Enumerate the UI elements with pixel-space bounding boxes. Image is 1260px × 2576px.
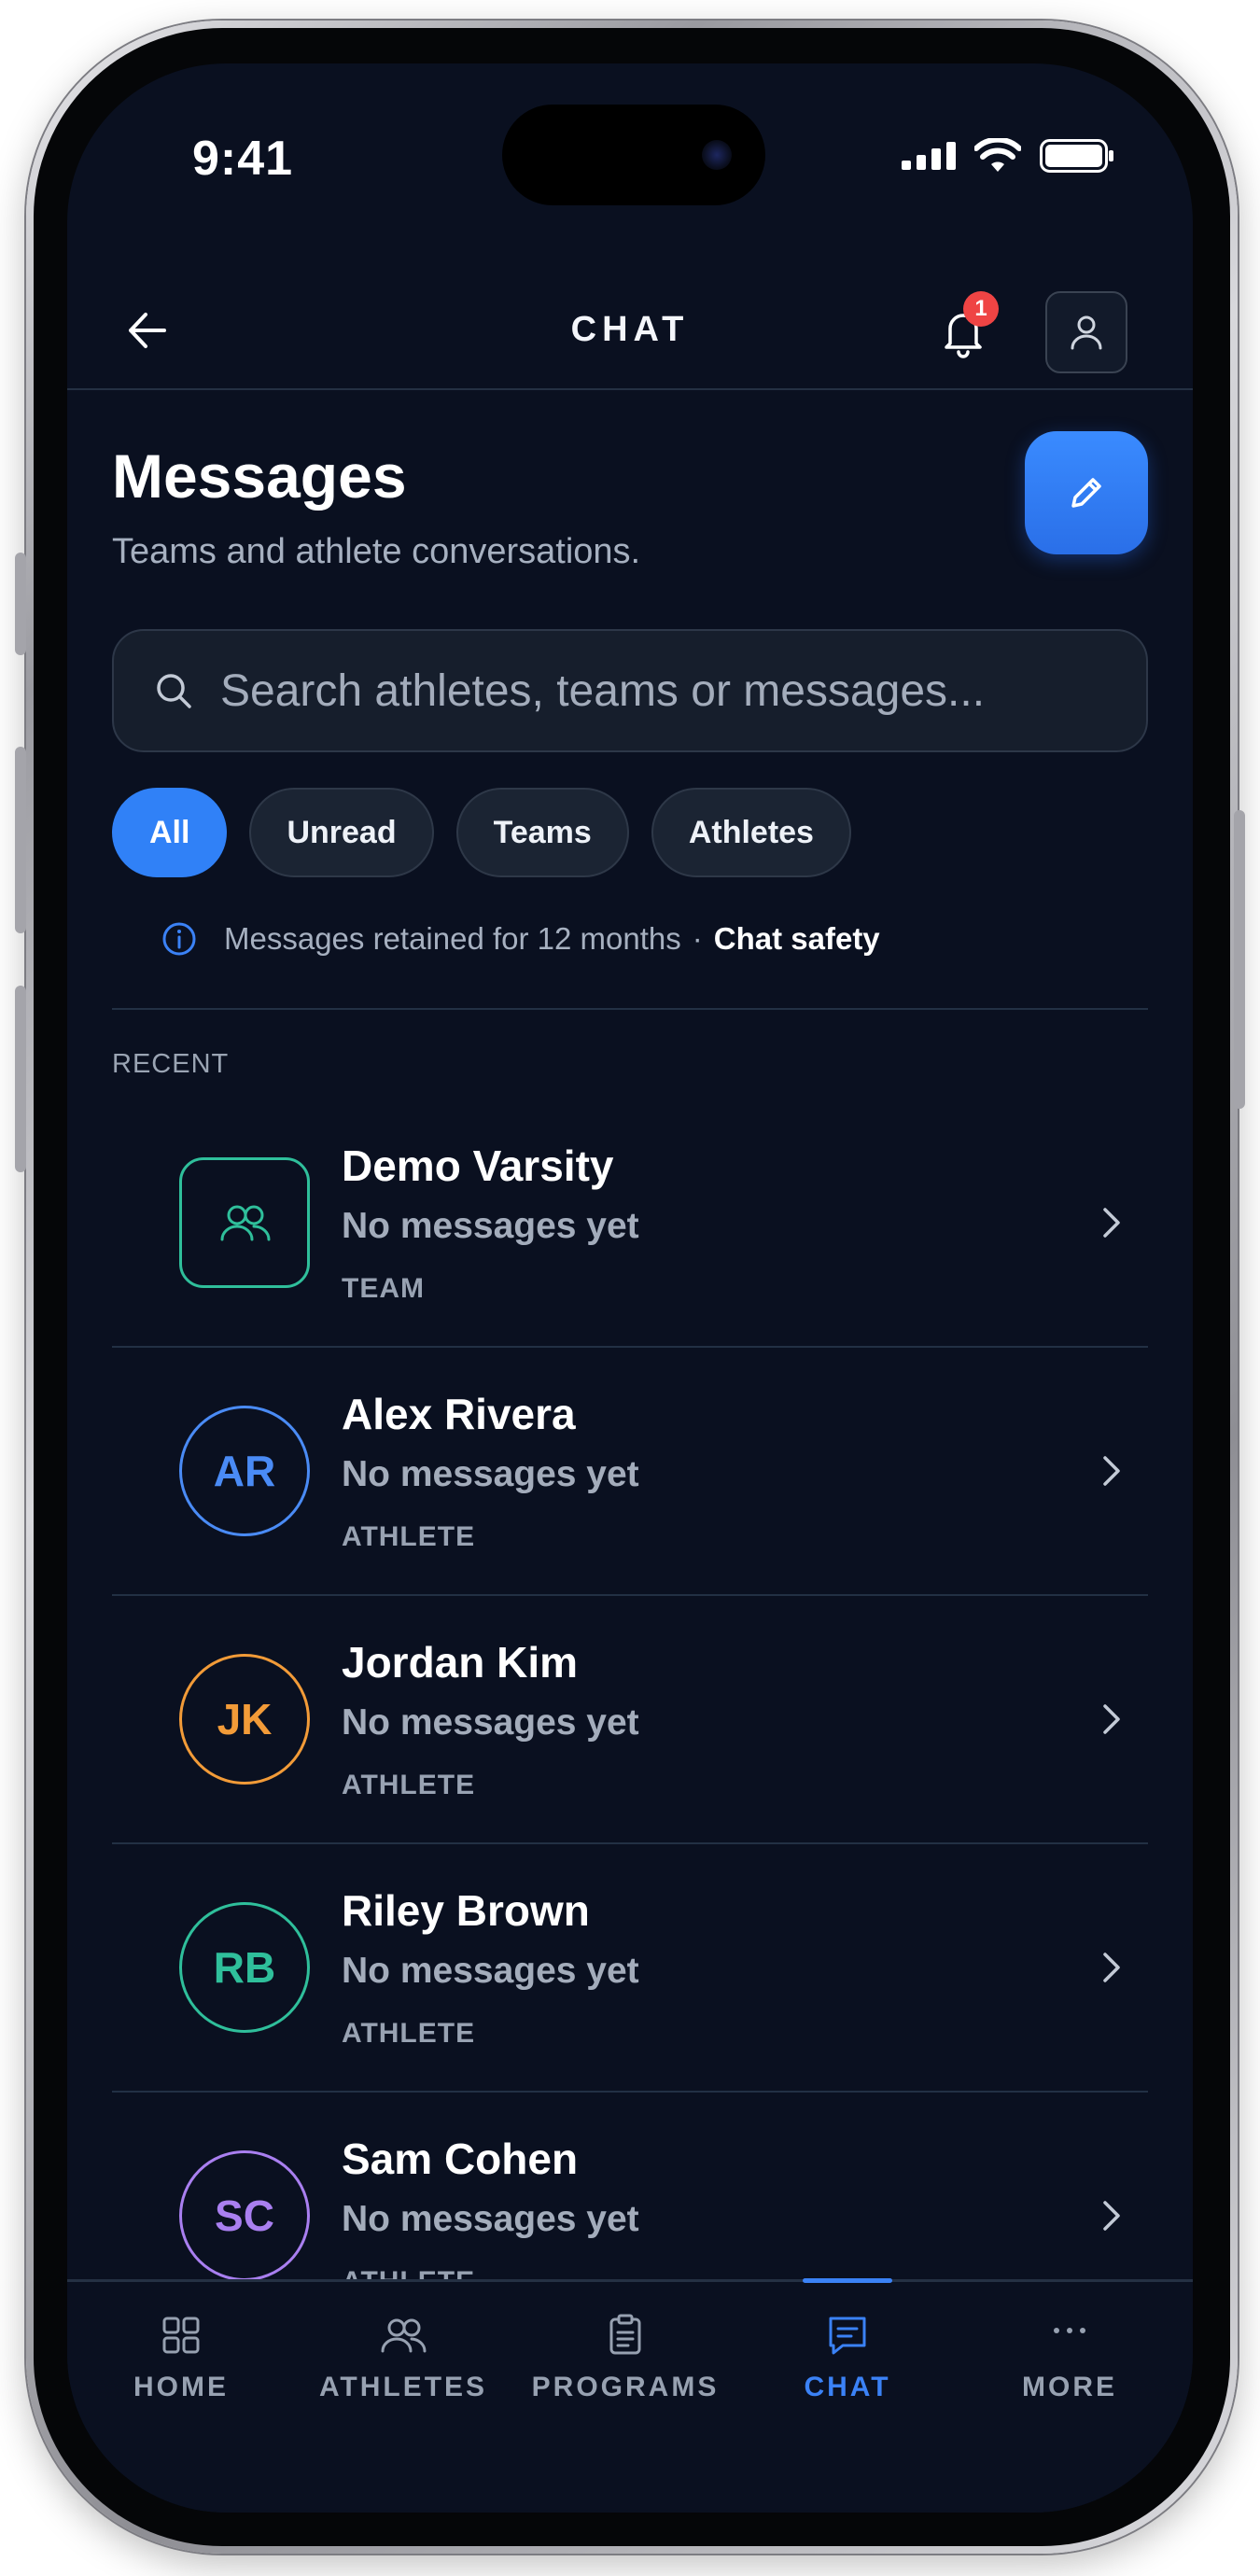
power-button (1234, 810, 1245, 1109)
conversation-preview: No messages yet (342, 2199, 639, 2239)
search-box[interactable] (112, 629, 1148, 752)
conversation-name: Riley Brown (342, 1886, 590, 1935)
nav-athletes[interactable]: ATHLETES (291, 2282, 515, 2413)
user-icon (1071, 315, 1102, 350)
avatar: SC (179, 2150, 310, 2281)
chevron-right-icon (1103, 1456, 1120, 1486)
profile-button[interactable] (1045, 291, 1127, 373)
more-icon (1054, 2328, 1085, 2333)
conversation-preview: No messages yet (342, 1206, 639, 1246)
nav-home[interactable]: HOME (69, 2282, 293, 2413)
conversation-name: Jordan Kim (342, 1638, 579, 1687)
volume-up-button (15, 747, 26, 933)
mute-switch (15, 553, 26, 655)
filter-all[interactable]: All (112, 788, 228, 877)
header-title: CHAT (570, 310, 690, 349)
nav-label: MORE (1022, 2372, 1117, 2402)
chevron-right-icon (1103, 1208, 1120, 1238)
conversation-type: ATHLETE (342, 2018, 476, 2049)
app-screen: 9:41 CHAT 1 Messages Teams and athlete c… (67, 63, 1193, 2513)
notice-separator: · (692, 921, 703, 956)
compose-button[interactable] (1025, 431, 1148, 554)
app-header: CHAT 1 (67, 269, 1193, 390)
notice-divider (112, 1008, 1148, 1010)
conversation-name: Demo Varsity (342, 1141, 614, 1190)
avatar: RB (179, 1902, 310, 2033)
conversation-preview: No messages yet (342, 1951, 639, 1991)
nav-programs[interactable]: PROGRAMS (513, 2282, 737, 2413)
retention-text: Messages retained for 12 months (224, 921, 681, 956)
conversation-preview: No messages yet (342, 1454, 639, 1494)
conversation-row-jordan-kim[interactable]: JK Jordan Kim No messages yet ATHLETE (112, 1596, 1148, 1844)
nav-label: PROGRAMS (531, 2372, 720, 2402)
status-icons (902, 138, 1114, 174)
nav-chat[interactable]: CHAT (735, 2278, 959, 2413)
status-time: 9:41 (192, 132, 294, 186)
filter-unread[interactable]: Unread (249, 788, 434, 877)
section-label-recent: RECENT (112, 1049, 230, 1079)
battery-icon (1040, 139, 1113, 173)
conversation-preview: No messages yet (342, 1702, 639, 1743)
notification-badge: 1 (963, 291, 999, 327)
signal-icon (902, 142, 956, 170)
camera-icon (702, 140, 732, 170)
conversation-row-demo-varsity[interactable]: Demo Varsity No messages yet TEAM (112, 1099, 1148, 1348)
chat-safety-link[interactable]: Chat safety (714, 921, 880, 957)
search-icon (157, 674, 191, 708)
team-icon (220, 1205, 271, 1241)
conversation-row-alex-rivera[interactable]: AR Alex Rivera No messages yet ATHLETE (112, 1348, 1148, 1596)
chevron-right-icon (1103, 1704, 1120, 1734)
chevron-right-icon (1103, 2201, 1120, 2231)
nav-label: ATHLETES (318, 2372, 488, 2402)
volume-down-button (15, 986, 26, 1172)
nav-more[interactable]: MORE (958, 2282, 1182, 2413)
conversation-type: ATHLETE (342, 1521, 476, 1552)
nav-label: CHAT (804, 2372, 891, 2402)
filter-teams[interactable]: Teams (455, 788, 629, 877)
conversation-name: Sam Cohen (342, 2135, 579, 2183)
bottom-nav: HOME ATHLETES PROGRAMS CHAT MORE (67, 2278, 1193, 2513)
conversation-type: ATHLETE (342, 1770, 476, 1800)
active-tab-indicator (803, 2278, 892, 2283)
conversation-row-riley-brown[interactable]: RB Riley Brown No messages yet ATHLETE (112, 1844, 1148, 2093)
conversation-type: TEAM (342, 1273, 425, 1304)
team-avatar (179, 1157, 310, 1288)
pencil-icon (1071, 478, 1101, 508)
users-icon (381, 2318, 427, 2353)
conversation-list: Demo Varsity No messages yet TEAM AR Ale… (112, 1099, 1148, 2341)
info-icon (162, 922, 196, 956)
grid-icon (162, 2317, 200, 2354)
chat-icon (829, 2317, 866, 2355)
filter-chips: All Unread Teams Athletes (112, 788, 851, 877)
page-subtitle: Teams and athlete conversations. (112, 532, 641, 571)
avatar: AR (179, 1406, 310, 1536)
nav-label: HOME (133, 2372, 229, 2402)
conversation-name: Alex Rivera (342, 1390, 576, 1438)
page-title: Messages (112, 441, 407, 511)
chevron-right-icon (1103, 1953, 1120, 1982)
clipboard-icon (609, 2314, 641, 2355)
search-input[interactable] (218, 664, 1146, 718)
filter-athletes[interactable]: Athletes (651, 788, 851, 877)
wifi-icon (974, 138, 1021, 172)
dynamic-island (502, 105, 765, 205)
avatar: JK (179, 1654, 310, 1785)
retention-notice: Messages retained for 12 months · Chat s… (161, 920, 880, 958)
